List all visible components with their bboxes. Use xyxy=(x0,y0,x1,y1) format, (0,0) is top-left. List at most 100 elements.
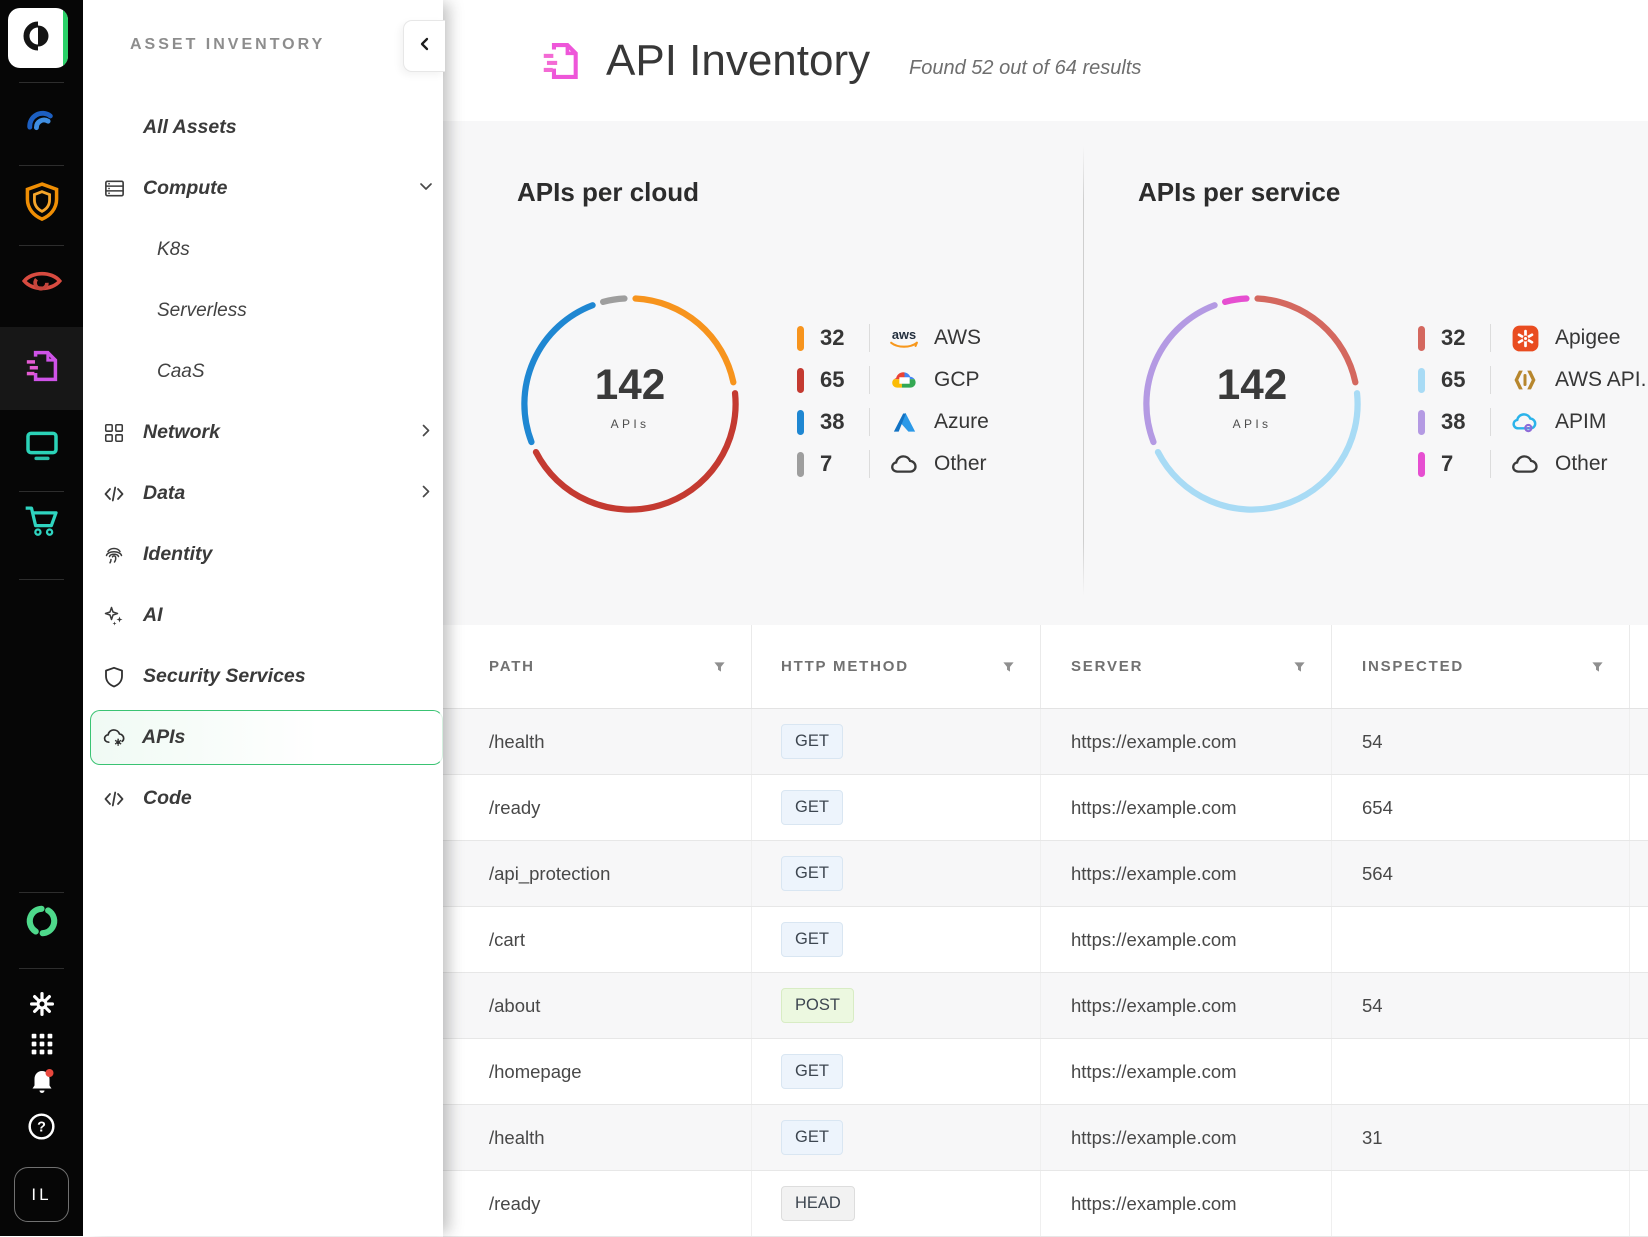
legend-separator xyxy=(1490,450,1491,478)
cell-http-method: GET xyxy=(752,907,1041,972)
legend-label: APIM xyxy=(1555,410,1606,434)
cell-stub xyxy=(1630,775,1648,840)
table-row[interactable]: /homepageGEThttps://example.com xyxy=(443,1039,1648,1105)
legend-item-gcp[interactable]: 65GCP xyxy=(797,359,989,401)
page-title: API Inventory xyxy=(606,36,870,86)
cell-http-method: GET xyxy=(752,775,1041,840)
server-value: https://example.com xyxy=(1071,731,1237,753)
api-doc-icon xyxy=(21,345,63,392)
chevron-down-icon[interactable] xyxy=(418,178,434,199)
rail-item-help[interactable]: ? xyxy=(0,1108,83,1150)
column-header-http-method[interactable]: HTTP METHOD xyxy=(752,625,1041,708)
grid-icon xyxy=(27,1029,57,1064)
rail-item-gauge[interactable] xyxy=(0,95,83,151)
table-row[interactable]: /healthGEThttps://example.com31 xyxy=(443,1105,1648,1171)
charts-divider xyxy=(1083,146,1084,596)
table-row[interactable]: /readyGEThttps://example.com654 xyxy=(443,775,1648,841)
help-icon: ? xyxy=(23,1108,60,1150)
method-badge: GET xyxy=(781,790,843,825)
sidebar-collapse-button[interactable] xyxy=(403,20,445,72)
table-row[interactable]: /cartGEThttps://example.com xyxy=(443,907,1648,973)
rail-item-gear[interactable] xyxy=(0,985,83,1027)
filter-icon[interactable] xyxy=(1591,660,1604,673)
orca-logo[interactable] xyxy=(8,8,68,68)
table-row[interactable]: /readyHEADhttps://example.com xyxy=(443,1171,1648,1237)
legend-item-other[interactable]: 7Other xyxy=(797,443,989,485)
chevron-right-icon[interactable] xyxy=(418,422,434,443)
cell-server: https://example.com xyxy=(1041,1105,1332,1170)
cell-server: https://example.com xyxy=(1041,1039,1332,1104)
sidebar-item-apis[interactable]: APIs xyxy=(90,710,443,765)
legend-value: 7 xyxy=(1441,451,1488,477)
table-row[interactable]: /api_protectionGEThttps://example.com564 xyxy=(443,841,1648,907)
filter-icon[interactable] xyxy=(713,660,726,673)
cell-stub xyxy=(1630,841,1648,906)
legend-item-aws-api[interactable]: 65AWS API... xyxy=(1418,359,1648,401)
legend-item-apigee[interactable]: 32Apigee xyxy=(1418,317,1648,359)
column-header-path[interactable]: PATH xyxy=(443,625,752,708)
sidebar-item-network[interactable]: Network xyxy=(83,402,443,463)
svg-text:142: 142 xyxy=(1217,361,1287,408)
sidebar-item-security-services[interactable]: Security Services xyxy=(83,646,443,707)
eye-icon xyxy=(20,259,64,308)
rail-item-bell[interactable] xyxy=(0,1063,83,1105)
rail-item-ring-logo[interactable] xyxy=(0,902,83,944)
legend-separator xyxy=(869,324,870,352)
filter-icon[interactable] xyxy=(1293,660,1306,673)
legend-color xyxy=(797,452,804,477)
legend-label: Azure xyxy=(934,410,989,434)
rail-item-shield[interactable] xyxy=(0,175,83,231)
donut-chart-apis-per-cloud[interactable]: 142APIs xyxy=(510,284,750,524)
bell-icon xyxy=(24,1064,60,1105)
legend-item-apim[interactable]: 38 APIM xyxy=(1418,401,1648,443)
donut-chart-apis-per-service[interactable]: 142APIs xyxy=(1132,284,1372,524)
sidebar-item-data[interactable]: Data xyxy=(83,463,443,524)
table-row[interactable]: /healthGEThttps://example.com54 xyxy=(443,709,1648,775)
legend-value: 38 xyxy=(1441,409,1488,435)
path-value: /api_protection xyxy=(489,863,610,885)
sidebar-item-serverless[interactable]: Serverless xyxy=(83,280,443,341)
rail-item-eye[interactable] xyxy=(0,255,83,311)
sidebar-item-code[interactable]: Code xyxy=(83,768,443,829)
method-badge: GET xyxy=(781,922,843,957)
sidebar-item-k8s[interactable]: K8s xyxy=(83,219,443,280)
azure-icon xyxy=(884,408,924,437)
chevron-right-icon[interactable] xyxy=(418,483,434,504)
gcp-icon xyxy=(884,365,924,396)
legend-color xyxy=(1418,410,1425,435)
inspected-value: 564 xyxy=(1362,863,1393,885)
legend-item-azure[interactable]: 38Azure xyxy=(797,401,989,443)
code-icon xyxy=(101,787,127,811)
results-count: Found 52 out of 64 results xyxy=(909,57,1141,80)
legend-item-other[interactable]: 7Other xyxy=(1418,443,1648,485)
rail-item-cart[interactable] xyxy=(0,495,83,551)
rail-item-grid[interactable] xyxy=(0,1025,83,1067)
sidebar-item-identity[interactable]: Identity xyxy=(83,524,443,585)
user-avatar[interactable]: IL xyxy=(14,1167,69,1222)
sidebar-item-label: AI xyxy=(143,604,163,627)
aws-gateway-icon xyxy=(1505,365,1545,395)
server-value: https://example.com xyxy=(1071,797,1237,819)
sidebar-item-all-assets[interactable]: All Assets xyxy=(83,97,443,158)
cell-server: https://example.com xyxy=(1041,775,1332,840)
legend-value: 32 xyxy=(820,325,867,351)
sidebar-item-label: K8s xyxy=(157,239,190,261)
rail-item-api-doc[interactable] xyxy=(0,327,83,410)
filter-icon[interactable] xyxy=(1002,660,1015,673)
legend-value: 65 xyxy=(820,367,867,393)
legend-item-aws[interactable]: 32awsAWS xyxy=(797,317,989,359)
table-row[interactable]: /aboutPOSThttps://example.com54 xyxy=(443,973,1648,1039)
sidebar-item-caas[interactable]: CaaS xyxy=(83,341,443,402)
column-header-server[interactable]: SERVER xyxy=(1041,625,1332,708)
logo-accent-strip xyxy=(63,8,68,68)
rail-item-monitor[interactable] xyxy=(0,419,83,475)
app-rail: ? IL xyxy=(0,0,83,1236)
path-value: /health xyxy=(489,1127,545,1149)
sidebar-item-compute[interactable]: Compute xyxy=(83,158,443,219)
sidebar-item-ai[interactable]: AI xyxy=(83,585,443,646)
cell-path: /api_protection xyxy=(443,841,752,906)
legend-separator xyxy=(869,450,870,478)
charts-panel: APIs per cloud142APIs32awsAWS65GCP38Azur… xyxy=(443,121,1648,625)
sidebar-nav: All AssetsCompute K8s ServerlessCaaSNetwor… xyxy=(83,97,443,829)
column-header-inspected[interactable]: INSPECTED xyxy=(1332,625,1630,708)
